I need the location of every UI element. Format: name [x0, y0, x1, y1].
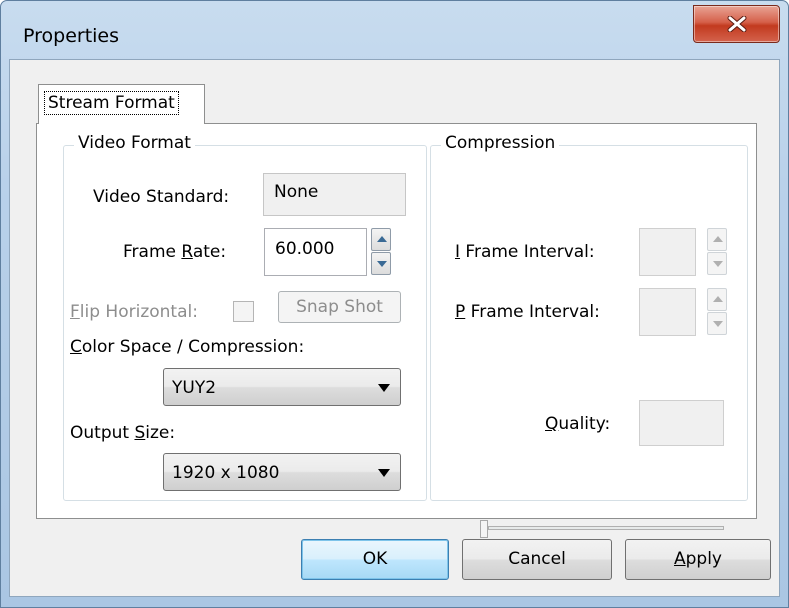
- close-button[interactable]: [693, 5, 780, 43]
- apply-button[interactable]: Apply: [625, 539, 771, 580]
- arrow-up-icon: [713, 236, 723, 242]
- p-frame-interval-input[interactable]: [639, 288, 696, 336]
- quality-label: Quality:: [545, 414, 611, 434]
- dialog-client-area: Stream Format Video Format Video Standar…: [9, 59, 780, 597]
- properties-dialog: Properties Stream Format Video Format Vi…: [0, 0, 789, 608]
- window-title: Properties: [23, 25, 120, 47]
- frame-rate-up-button[interactable]: [371, 228, 391, 251]
- apply-label: Apply: [673, 549, 722, 569]
- output-size-value: 1920 x 1080: [172, 463, 280, 483]
- i-frame-interval-label: I Frame Interval:: [455, 242, 595, 262]
- flip-horizontal-label: Flip Horizontal:: [70, 302, 198, 322]
- arrow-up-icon: [377, 236, 387, 242]
- frame-rate-value: 60.000: [275, 239, 335, 259]
- close-icon: [727, 16, 747, 32]
- chevron-down-icon: [378, 384, 390, 392]
- compression-group-label: Compression: [441, 133, 560, 153]
- cancel-button[interactable]: Cancel: [462, 539, 612, 580]
- i-frame-up-button[interactable]: [707, 228, 727, 251]
- flip-horizontal-checkbox[interactable]: [233, 301, 254, 322]
- ok-label: OK: [362, 549, 388, 569]
- p-frame-up-button[interactable]: [707, 288, 727, 311]
- tab-label: Stream Format: [44, 91, 179, 115]
- quality-input[interactable]: [639, 400, 724, 446]
- video-standard-field: None: [263, 173, 406, 216]
- tab-stream-format[interactable]: Stream Format: [38, 84, 205, 124]
- snap-shot-label: Snap Shot: [296, 297, 383, 317]
- frame-rate-down-button[interactable]: [371, 252, 391, 275]
- color-space-value: YUY2: [172, 378, 217, 398]
- snap-shot-button[interactable]: Snap Shot: [278, 291, 401, 323]
- video-standard-value: None: [274, 182, 319, 202]
- chevron-down-icon: [378, 469, 390, 477]
- color-space-label: Color Space / Compression:: [70, 337, 305, 357]
- output-size-dropdown[interactable]: 1920 x 1080: [163, 453, 401, 491]
- output-size-label: Output Size:: [70, 423, 176, 443]
- title-bar[interactable]: Properties: [1, 1, 788, 59]
- arrow-down-icon: [377, 261, 387, 267]
- arrow-down-icon: [713, 261, 723, 267]
- compression-group: Compression: [430, 133, 748, 501]
- cancel-label: Cancel: [508, 549, 566, 569]
- arrow-up-icon: [713, 296, 723, 302]
- quality-slider-track[interactable]: [488, 526, 724, 530]
- i-frame-interval-input[interactable]: [639, 228, 696, 276]
- p-frame-interval-label: P Frame Interval:: [455, 302, 600, 322]
- i-frame-down-button[interactable]: [707, 252, 727, 275]
- frame-rate-label: Frame Rate:: [123, 242, 227, 262]
- frame-rate-input[interactable]: 60.000: [264, 228, 367, 276]
- quality-slider-thumb[interactable]: [480, 520, 488, 538]
- stream-format-panel: Video Format Video Standard: None Frame …: [36, 123, 757, 519]
- video-standard-label: Video Standard:: [93, 187, 230, 207]
- video-format-group-label: Video Format: [74, 133, 195, 153]
- arrow-down-icon: [713, 321, 723, 327]
- p-frame-down-button[interactable]: [707, 312, 727, 335]
- color-space-dropdown[interactable]: YUY2: [163, 368, 401, 406]
- ok-button[interactable]: OK: [301, 539, 449, 580]
